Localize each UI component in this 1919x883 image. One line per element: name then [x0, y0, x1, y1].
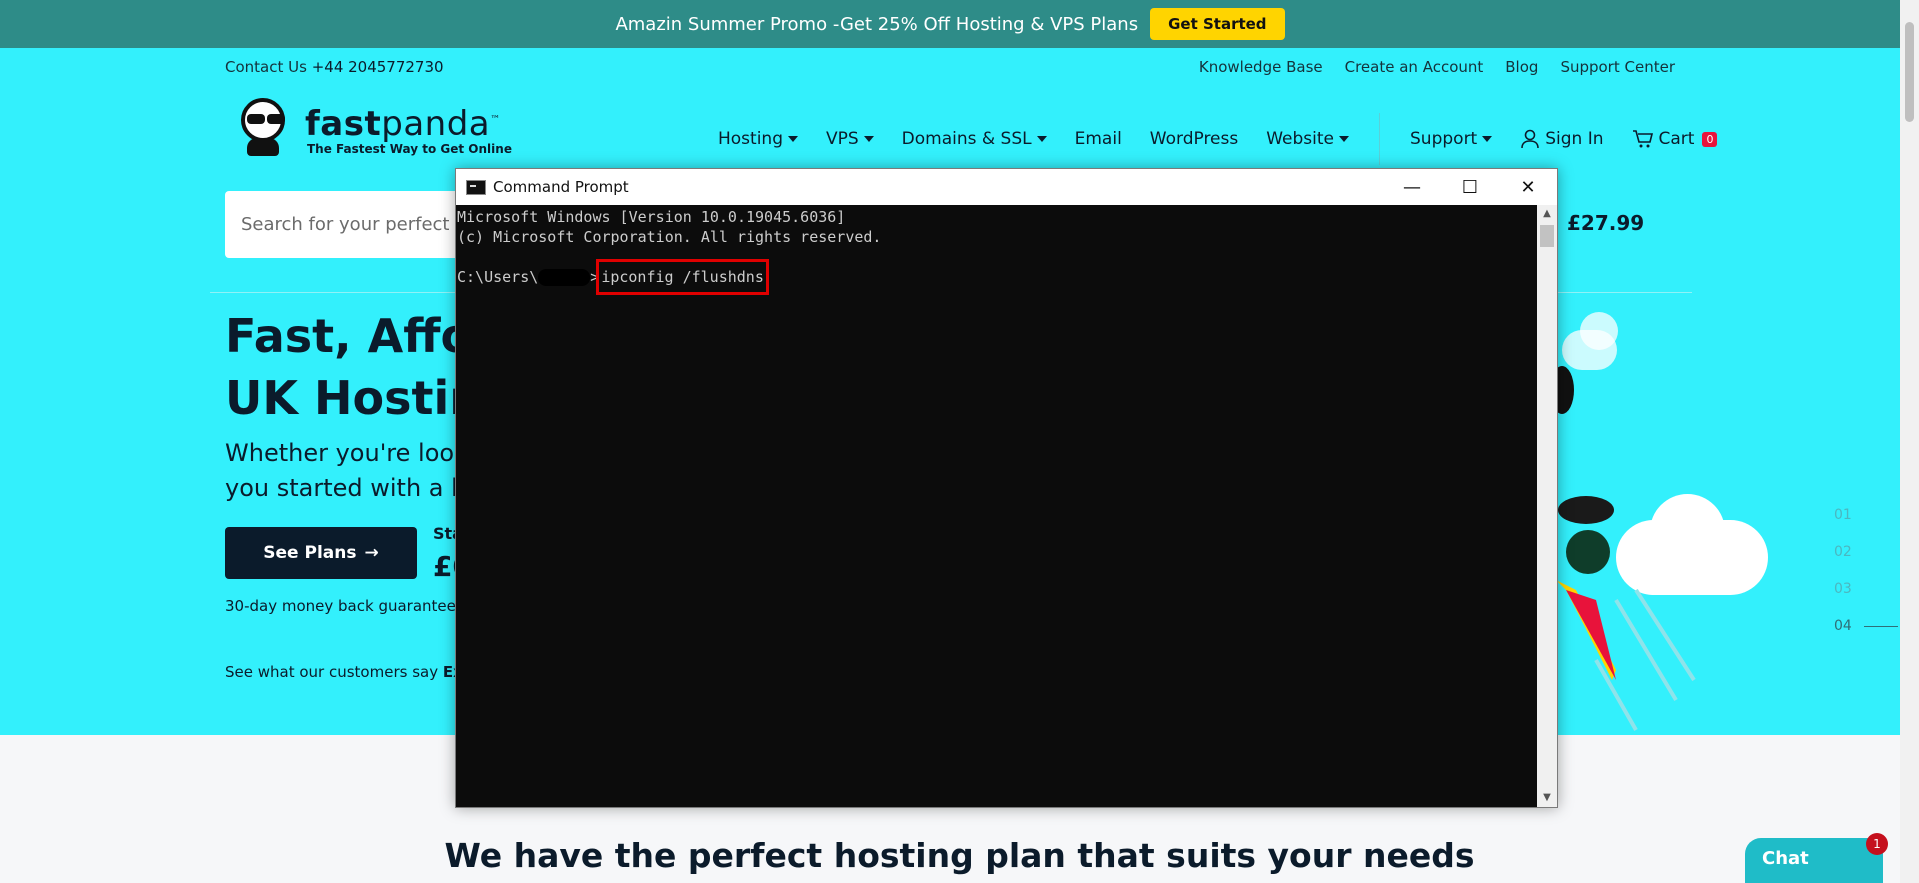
cmd-app-icon [466, 179, 486, 195]
cmd-scrollbar-thumb[interactable] [1540, 225, 1554, 247]
chevron-down-icon [863, 136, 874, 142]
slide-indicator-4[interactable]: 04 [1834, 608, 1898, 645]
cart-icon [1632, 130, 1653, 148]
section-title: We have the perfect hosting plan that su… [444, 836, 1475, 875]
contact-label: Contact Us [225, 58, 307, 76]
slide-indicator-2[interactable]: 02 [1834, 534, 1898, 571]
cmd-scrollbar[interactable]: ▲ ▼ [1537, 205, 1557, 807]
promo-text: Amazin Summer Promo -Get 25% Off Hosting… [615, 13, 1139, 35]
nav-website[interactable]: Website [1266, 129, 1350, 149]
blog-link[interactable]: Blog [1505, 58, 1538, 76]
chevron-down-icon [788, 136, 798, 142]
top-links: Contact Us +44 2045772730 Knowledge Base… [225, 58, 1675, 76]
see-plans-button[interactable]: See Plans → [225, 527, 417, 579]
slide-indicator-3[interactable]: 03 [1834, 571, 1898, 608]
cmd-titlebar[interactable]: Command Prompt — ☐ ✕ [456, 169, 1557, 205]
chevron-down-icon [1339, 136, 1350, 142]
scroll-down-icon[interactable]: ▼ [1537, 789, 1557, 807]
nav-wordpress[interactable]: WordPress [1150, 129, 1238, 149]
slide-indicators: 01 02 03 04 [1834, 497, 1898, 645]
slide-indicator-1[interactable]: 01 [1834, 497, 1898, 534]
site-logo[interactable]: fastpanda™ The Fastest Way to Get Online [235, 92, 512, 156]
nav-vps[interactable]: VPS [826, 129, 874, 149]
domain-price: £27.99 [1567, 211, 1645, 235]
cmd-title: Command Prompt [493, 178, 629, 196]
main-nav: Hosting VPS Domains & SSL Email WordPres… [718, 113, 1745, 165]
nav-sign-in[interactable]: Sign In [1520, 129, 1604, 149]
minimize-button[interactable]: — [1383, 169, 1441, 205]
nav-email[interactable]: Email [1075, 129, 1122, 149]
chevron-down-icon [1036, 136, 1047, 142]
customer-reviews: See what our customers say Exc [225, 663, 472, 681]
nav-hosting[interactable]: Hosting [718, 129, 798, 149]
chat-button[interactable]: Chat [1745, 838, 1883, 883]
get-started-button[interactable]: Get Started [1150, 8, 1285, 40]
rocket-panda-icon [1556, 366, 1696, 731]
arrow-right-icon: → [364, 543, 379, 563]
close-button[interactable]: ✕ [1499, 169, 1557, 205]
panda-logo-icon [235, 92, 291, 156]
scroll-up-icon[interactable]: ▲ [1537, 205, 1557, 223]
brand-name: fastpanda™ [305, 104, 501, 144]
nav-domains-ssl[interactable]: Domains & SSL [902, 129, 1047, 149]
cmd-console[interactable]: Microsoft Windows [Version 10.0.19045.60… [456, 205, 1537, 807]
chat-badge: 1 [1866, 833, 1888, 855]
nav-divider [1379, 113, 1381, 165]
create-account-link[interactable]: Create an Account [1345, 58, 1484, 76]
page-scrollbar-thumb[interactable] [1905, 22, 1914, 122]
page-scrollbar[interactable] [1900, 0, 1919, 883]
maximize-button[interactable]: ☐ [1441, 169, 1499, 205]
contact-phone[interactable]: +44 2045772730 [312, 58, 444, 76]
nav-support[interactable]: Support [1410, 129, 1493, 149]
cmd-prompt-line: C:\Users\ > ipconfig /flushdns [457, 259, 1536, 295]
nav-cart[interactable]: Cart 0 [1632, 129, 1718, 149]
promo-bar: Amazin Summer Promo -Get 25% Off Hosting… [0, 0, 1900, 48]
support-center-link[interactable]: Support Center [1560, 58, 1675, 76]
cmd-copyright-line: (c) Microsoft Corporation. All rights re… [457, 228, 882, 246]
command-prompt-window[interactable]: Command Prompt — ☐ ✕ Microsoft Windows [… [455, 168, 1558, 808]
brand-tagline: The Fastest Way to Get Online [307, 142, 512, 156]
contact-info: Contact Us +44 2045772730 [225, 58, 444, 76]
money-back-guarantee: 30-day money back guarantee [225, 597, 456, 615]
chevron-down-icon [1482, 136, 1493, 142]
redacted-username [538, 269, 591, 286]
cmd-version-line: Microsoft Windows [Version 10.0.19045.60… [457, 208, 846, 226]
hero-subtitle: Whether you're looki you started with a … [225, 439, 482, 502]
cart-count-badge: 0 [1702, 131, 1718, 147]
knowledge-base-link[interactable]: Knowledge Base [1199, 58, 1323, 76]
cmd-command-highlight: ipconfig /flushdns [596, 259, 769, 295]
user-icon [1521, 129, 1540, 149]
